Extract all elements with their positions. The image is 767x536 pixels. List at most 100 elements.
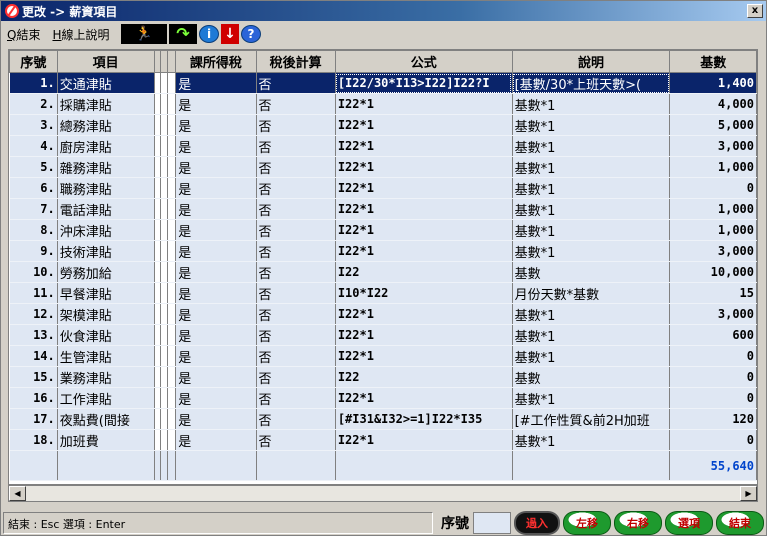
after-tax-cell[interactable]: 否 [256, 114, 336, 136]
name-cell[interactable]: 伙食津貼 [57, 324, 155, 346]
tax-cell[interactable]: 是 [175, 429, 257, 451]
formula-cell[interactable]: I22*1 [335, 429, 513, 451]
after-tax-cell[interactable]: 否 [256, 240, 336, 262]
name-cell[interactable]: 職務津貼 [57, 177, 155, 199]
table-row[interactable]: 11. 早餐津貼是否 I10*I22 月份天數*基數 15 [9, 282, 757, 304]
tax-cell[interactable]: 是 [175, 324, 257, 346]
name-cell[interactable]: 總務津貼 [57, 114, 155, 136]
desc-cell[interactable]: 基數*1 [512, 93, 671, 115]
desc-cell[interactable]: [#工作性質&前2H加班 [512, 408, 671, 430]
tax-cell[interactable]: 是 [175, 240, 257, 262]
down-arrow-icon[interactable]: ↓ [221, 23, 239, 44]
name-cell[interactable]: 勞務加給 [57, 261, 155, 283]
formula-cell[interactable]: I22*1 [335, 135, 513, 157]
formula-cell[interactable]: I22*1 [335, 93, 513, 115]
name-cell[interactable]: 技術津貼 [57, 240, 155, 262]
base-cell[interactable]: 120 [669, 408, 757, 430]
base-cell[interactable]: 5,000 [669, 114, 757, 136]
desc-cell[interactable]: 基數*1 [512, 219, 671, 241]
table-row[interactable]: 13. 伙食津貼是否 I22*1 基數*1 600 [9, 324, 757, 346]
col-header-base[interactable]: 基數 [669, 50, 757, 73]
table-row[interactable]: 2. 採購津貼是否 I22*1 基數*1 4,000 [9, 93, 757, 115]
seq-cell[interactable]: 11. [9, 282, 58, 304]
after-tax-cell[interactable]: 否 [256, 156, 336, 178]
name-cell[interactable]: 早餐津貼 [57, 282, 155, 304]
formula-cell[interactable]: I22*1 [335, 303, 513, 325]
base-cell[interactable]: 0 [669, 429, 757, 451]
desc-cell[interactable]: 基數 [512, 261, 671, 283]
col-header-name[interactable]: 項目 [56, 50, 155, 73]
base-cell[interactable]: 1,400 [669, 72, 757, 94]
formula-cell[interactable]: I10*I22 [335, 282, 513, 304]
col-header-tax[interactable]: 課所得稅 [175, 50, 257, 73]
desc-cell[interactable]: 月份天數*基數 [512, 282, 671, 304]
base-cell[interactable]: 0 [669, 345, 757, 367]
col-header-seq[interactable]: 序號 [9, 50, 58, 73]
formula-cell[interactable]: I22*1 [335, 387, 513, 409]
table-row[interactable]: 1. 交通津貼是否 [I22/30*I13>I22]I22?I [基數/30*上班天數… [9, 72, 757, 94]
scroll-left-icon[interactable]: ◀ [9, 486, 26, 501]
name-cell[interactable]: 電話津貼 [57, 198, 155, 220]
col-header-formula[interactable]: 公式 [334, 50, 513, 73]
after-tax-cell[interactable]: 否 [256, 219, 336, 241]
after-tax-cell[interactable]: 否 [256, 429, 336, 451]
formula-cell[interactable]: I22*1 [335, 156, 513, 178]
formula-cell[interactable]: I22*1 [335, 177, 513, 199]
base-cell[interactable]: 0 [669, 387, 757, 409]
col-header-after[interactable]: 稅後計算 [255, 50, 336, 73]
desc-cell[interactable]: 基數*1 [512, 324, 671, 346]
name-cell[interactable]: 雜務津貼 [57, 156, 155, 178]
seq-cell[interactable]: 18. [9, 429, 58, 451]
tax-cell[interactable]: 是 [175, 135, 257, 157]
table-row[interactable]: 12. 架模津貼是否 I22*1 基數*1 3,000 [9, 303, 757, 325]
seq-cell[interactable]: 3. [9, 114, 58, 136]
seq-cell[interactable]: 10. [9, 261, 58, 283]
seq-cell[interactable]: 15. [9, 366, 58, 388]
scroll-track[interactable] [26, 486, 740, 501]
table-row[interactable]: 18. 加班費是否 I22*1 基數*1 0 [9, 429, 757, 451]
base-cell[interactable]: 0 [669, 177, 757, 199]
formula-cell[interactable]: I22*1 [335, 219, 513, 241]
tax-cell[interactable]: 是 [175, 198, 257, 220]
desc-cell[interactable]: 基數*1 [512, 303, 671, 325]
refresh-arrow-icon[interactable]: ↷ [169, 23, 197, 44]
seq-cell[interactable]: 14. [9, 345, 58, 367]
seq-cell[interactable]: 2. [9, 93, 58, 115]
base-cell[interactable]: 3,000 [669, 135, 757, 157]
after-tax-cell[interactable]: 否 [256, 261, 336, 283]
name-cell[interactable]: 夜點費(間接 [57, 408, 155, 430]
name-cell[interactable]: 沖床津貼 [57, 219, 155, 241]
menu-item-quit[interactable]: Q結束 [1, 26, 46, 43]
table-row[interactable]: 9. 技術津貼是否 I22*1 基數*1 3,000 [9, 240, 757, 262]
formula-cell[interactable]: I22 [335, 261, 513, 283]
desc-cell[interactable]: 基數*1 [512, 114, 671, 136]
desc-cell[interactable]: 基數*1 [512, 156, 671, 178]
table-row[interactable]: 6. 職務津貼是否 I22*1 基數*1 0 [9, 177, 757, 199]
seq-cell[interactable]: 16. [9, 387, 58, 409]
formula-cell[interactable]: I22*1 [335, 324, 513, 346]
formula-cell[interactable]: I22*1 [335, 198, 513, 220]
desc-cell[interactable]: 基數*1 [512, 387, 671, 409]
table-row[interactable]: 17. 夜點費(間接是否 [#I31&I32>=1]I22*I35 [#工作性質&前2… [9, 408, 757, 430]
exit-button[interactable]: 結束 [716, 510, 764, 535]
seq-cell[interactable]: 5. [9, 156, 58, 178]
formula-cell[interactable]: I22 [335, 366, 513, 388]
name-cell[interactable]: 採購津貼 [57, 93, 155, 115]
tax-cell[interactable]: 是 [175, 156, 257, 178]
seq-input[interactable] [473, 511, 511, 534]
table-row[interactable]: 3. 總務津貼是否 I22*1 基數*1 5,000 [9, 114, 757, 136]
tax-cell[interactable]: 是 [175, 345, 257, 367]
desc-cell[interactable]: 基數*1 [512, 135, 671, 157]
after-tax-cell[interactable]: 否 [256, 72, 336, 94]
seq-cell[interactable]: 17. [9, 408, 58, 430]
table-row[interactable]: 7. 電話津貼是否 I22*1 基數*1 1,000 [9, 198, 757, 220]
desc-cell[interactable]: 基數*1 [512, 198, 671, 220]
name-cell[interactable]: 廚房津貼 [57, 135, 155, 157]
seq-cell[interactable]: 13. [9, 324, 58, 346]
enter-button[interactable]: 過入 [514, 510, 560, 535]
col-header-desc[interactable]: 說明 [511, 50, 671, 73]
name-cell[interactable]: 業務津貼 [57, 366, 155, 388]
tax-cell[interactable]: 是 [175, 114, 257, 136]
formula-cell[interactable]: [#I31&I32>=1]I22*I35 [335, 408, 513, 430]
desc-cell[interactable]: [基數/30*上班天數>( [512, 72, 671, 94]
